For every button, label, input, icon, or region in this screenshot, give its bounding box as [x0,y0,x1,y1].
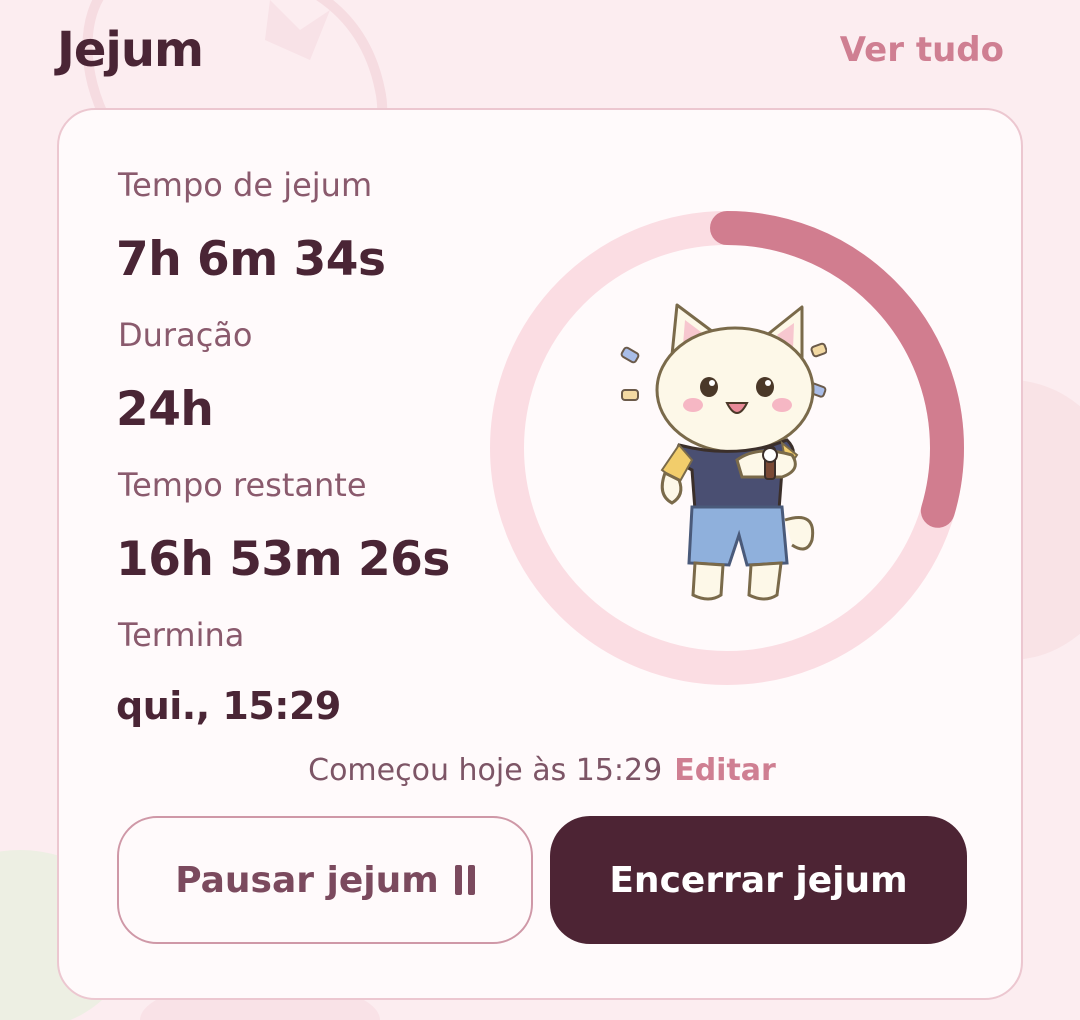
duration-value: 24h [116,382,214,437]
end-fast-button[interactable]: Encerrar jejum [550,816,967,944]
remaining-label: Tempo restante [118,466,367,504]
pause-fast-button[interactable]: Pausar jejum [117,816,533,944]
remaining-value: 16h 53m 26s [116,532,450,587]
view-all-link[interactable]: Ver tudo [840,30,1004,70]
fasting-screen: Jejum Ver tudo Tempo de jejum 7h 6m 34s … [0,0,1080,1020]
end-fast-label: Encerrar jejum [609,859,908,901]
ends-label: Termina [118,616,245,654]
ends-value: qui., 15:29 [116,684,341,728]
started-text: Começou hoje às 15:29 [308,753,663,788]
started-info: Começou hoje às 15:29 Editar [59,753,1025,788]
cat-checking-watch-icon [620,303,827,601]
edit-start-link[interactable]: Editar [674,753,776,788]
elapsed-value: 7h 6m 34s [116,232,386,287]
elapsed-label: Tempo de jejum [118,166,373,204]
pause-icon [454,865,475,895]
duration-label: Duração [118,316,253,354]
section-title: Jejum [57,22,204,78]
fasting-card: Tempo de jejum 7h 6m 34s Duração 24h Tem… [57,108,1023,1000]
pause-fast-label: Pausar jejum [175,859,439,901]
